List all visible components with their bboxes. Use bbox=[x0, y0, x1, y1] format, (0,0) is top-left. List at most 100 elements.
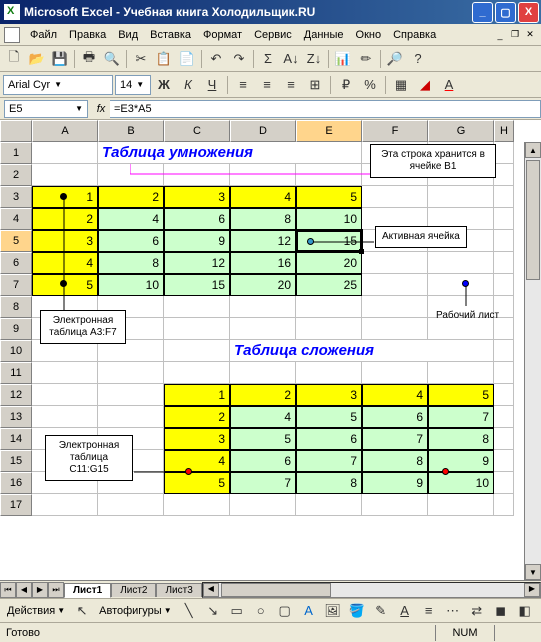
menu-data[interactable]: Данные bbox=[298, 27, 350, 43]
cell-H4[interactable] bbox=[494, 208, 514, 230]
cell-A17[interactable] bbox=[32, 494, 98, 516]
window-minimize-button[interactable]: _ bbox=[472, 2, 493, 23]
copy-icon[interactable]: 📋 bbox=[153, 48, 175, 70]
font-size-combo[interactable]: 14▼ bbox=[115, 75, 151, 95]
name-box[interactable]: E5▼ bbox=[4, 100, 88, 118]
paste-icon[interactable]: 📄 bbox=[176, 48, 198, 70]
cell-G13[interactable]: 7 bbox=[428, 406, 494, 428]
3d-icon[interactable]: ◧ bbox=[514, 600, 536, 622]
row-header-13[interactable]: 13 bbox=[0, 406, 32, 428]
row-header-8[interactable]: 8 bbox=[0, 296, 32, 318]
cell-C5[interactable]: 9 bbox=[164, 230, 230, 252]
cell-B6[interactable]: 8 bbox=[98, 252, 164, 274]
row-header-16[interactable]: 16 bbox=[0, 472, 32, 494]
cell-A13[interactable] bbox=[32, 406, 98, 428]
cell-A12[interactable] bbox=[32, 384, 98, 406]
redo-icon[interactable]: ↷ bbox=[228, 48, 250, 70]
cell-H15[interactable] bbox=[494, 450, 514, 472]
cell-C6[interactable]: 12 bbox=[164, 252, 230, 274]
cell-H14[interactable] bbox=[494, 428, 514, 450]
cell-H2[interactable] bbox=[494, 164, 514, 186]
cell-D8[interactable] bbox=[230, 296, 296, 318]
scroll-down-button[interactable]: ▼ bbox=[525, 564, 541, 580]
sheet-tab-3[interactable]: Лист3 bbox=[156, 583, 201, 597]
select-all-corner[interactable] bbox=[0, 120, 32, 142]
cell-B4[interactable]: 4 bbox=[98, 208, 164, 230]
cell-F3[interactable] bbox=[362, 186, 428, 208]
cell-C13[interactable]: 2 bbox=[164, 406, 230, 428]
cell-D3[interactable]: 4 bbox=[230, 186, 296, 208]
cell-C16[interactable]: 5 bbox=[164, 472, 230, 494]
cell-C8[interactable] bbox=[164, 296, 230, 318]
cell-E3[interactable]: 5 bbox=[296, 186, 362, 208]
cell-G6[interactable] bbox=[428, 252, 494, 274]
cell-F13[interactable]: 6 bbox=[362, 406, 428, 428]
scroll-thumb[interactable] bbox=[526, 160, 540, 280]
merge-icon[interactable]: ⊞ bbox=[304, 74, 326, 96]
menu-file[interactable]: Файл bbox=[24, 27, 63, 43]
vertical-scrollbar[interactable]: ▲ ▼ bbox=[524, 142, 541, 580]
clipart-icon[interactable]: 🖼 bbox=[322, 600, 344, 622]
shadow-icon[interactable]: ◼ bbox=[490, 600, 512, 622]
menu-edit[interactable]: Правка bbox=[63, 27, 112, 43]
zoom-icon[interactable]: 🔎 bbox=[384, 48, 406, 70]
doc-restore-button[interactable]: ❐ bbox=[508, 28, 522, 42]
align-right-icon[interactable]: ≡ bbox=[280, 74, 302, 96]
help-icon[interactable]: ? bbox=[407, 48, 429, 70]
font-combo[interactable]: Arial Cyr▼ bbox=[3, 75, 113, 95]
formula-input[interactable]: =E3*A5 bbox=[110, 100, 541, 118]
col-header-H[interactable]: H bbox=[494, 120, 514, 142]
cell-B17[interactable] bbox=[98, 494, 164, 516]
cell-E4[interactable]: 10 bbox=[296, 208, 362, 230]
row-header-2[interactable]: 2 bbox=[0, 164, 32, 186]
col-header-D[interactable]: D bbox=[230, 120, 296, 142]
cell-F9[interactable] bbox=[362, 318, 428, 340]
cell-E14[interactable]: 6 bbox=[296, 428, 362, 450]
textbox-icon[interactable]: ▢ bbox=[274, 600, 296, 622]
cell-A4[interactable]: 2 bbox=[32, 208, 98, 230]
cell-E17[interactable] bbox=[296, 494, 362, 516]
window-close-button[interactable]: X bbox=[518, 2, 539, 23]
col-header-A[interactable]: A bbox=[32, 120, 98, 142]
arrow-style-icon[interactable]: ⇄ bbox=[466, 600, 488, 622]
cell-E12[interactable]: 3 bbox=[296, 384, 362, 406]
align-left-icon[interactable]: ≡ bbox=[232, 74, 254, 96]
sort-asc-icon[interactable]: A↓ bbox=[280, 48, 302, 70]
cell-G7[interactable] bbox=[428, 274, 494, 296]
cell-G12[interactable]: 5 bbox=[428, 384, 494, 406]
cell-F7[interactable] bbox=[362, 274, 428, 296]
cell-E15[interactable]: 7 bbox=[296, 450, 362, 472]
row-header-1[interactable]: 1 bbox=[0, 142, 32, 164]
sheet-tab-2[interactable]: Лист2 bbox=[111, 583, 156, 597]
autoshapes-menu[interactable]: Автофигуры ▼ bbox=[95, 603, 176, 619]
row-header-11[interactable]: 11 bbox=[0, 362, 32, 384]
cell-H10[interactable] bbox=[494, 340, 514, 362]
cell-F6[interactable] bbox=[362, 252, 428, 274]
fx-button[interactable]: fx bbox=[92, 103, 110, 115]
tab-prev-button[interactable]: ◀ bbox=[16, 582, 32, 598]
cell-D9[interactable] bbox=[230, 318, 296, 340]
cell-C10[interactable] bbox=[164, 340, 230, 362]
menu-format[interactable]: Формат bbox=[197, 27, 248, 43]
cell-B13[interactable] bbox=[98, 406, 164, 428]
line-icon[interactable]: ╲ bbox=[178, 600, 200, 622]
cell-A1[interactable] bbox=[32, 142, 98, 164]
cell-D4[interactable]: 8 bbox=[230, 208, 296, 230]
fill-color-icon[interactable]: ◢ bbox=[414, 74, 436, 96]
cell-F15[interactable]: 8 bbox=[362, 450, 428, 472]
rectangle-icon[interactable]: ▭ bbox=[226, 600, 248, 622]
cell-B11[interactable] bbox=[98, 362, 164, 384]
chart-icon[interactable]: 📊 bbox=[332, 48, 354, 70]
fill-icon[interactable]: 🪣 bbox=[346, 600, 368, 622]
sort-desc-icon[interactable]: Z↓ bbox=[303, 48, 325, 70]
cell-E8[interactable] bbox=[296, 296, 362, 318]
row-header-3[interactable]: 3 bbox=[0, 186, 32, 208]
cell-D11[interactable] bbox=[230, 362, 296, 384]
align-center-icon[interactable]: ≡ bbox=[256, 74, 278, 96]
cell-C15[interactable]: 4 bbox=[164, 450, 230, 472]
horizontal-scrollbar[interactable]: ◀ ▶ bbox=[202, 582, 541, 598]
menu-view[interactable]: Вид bbox=[112, 27, 144, 43]
cell-H1[interactable] bbox=[494, 142, 514, 164]
cell-F12[interactable]: 4 bbox=[362, 384, 428, 406]
cell-G11[interactable] bbox=[428, 362, 494, 384]
